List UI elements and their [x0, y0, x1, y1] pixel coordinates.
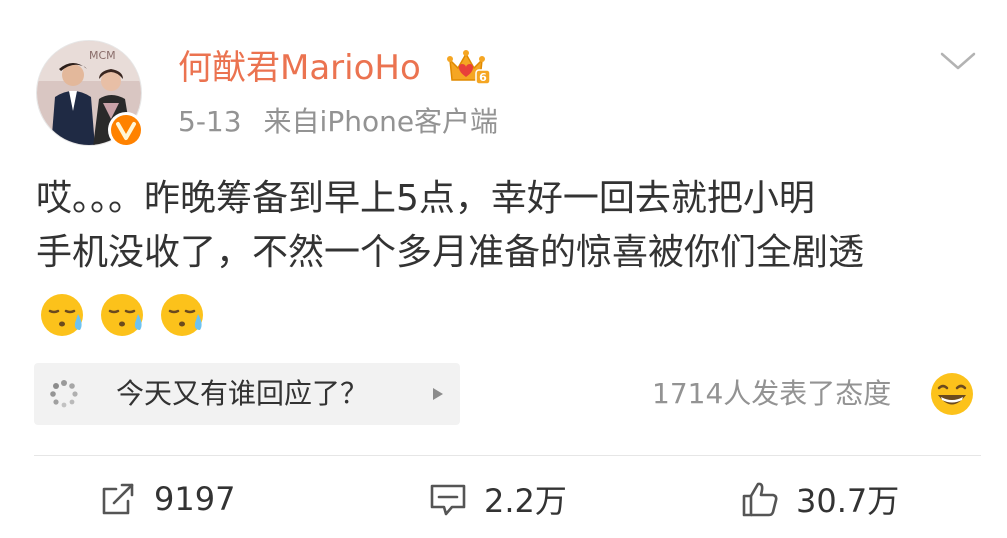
- svg-text:6: 6: [479, 71, 487, 84]
- comment-button[interactable]: 2.2万: [428, 474, 567, 524]
- topic-text: 今天又有谁回应了？: [116, 377, 369, 410]
- avatar-sign-text: MCM: [89, 49, 116, 62]
- comment-count: 2.2万: [484, 482, 567, 520]
- post-content-line: 哎。。。昨晚筹备到早上5点，幸好一回去就把小明: [36, 178, 815, 219]
- avatar[interactable]: MCM: [36, 40, 148, 152]
- post-content-line: 手机没收了，不然一个多月准备的惊喜被你们全剧透: [36, 232, 865, 273]
- reaction-count[interactable]: 1714人发表了态度: [652, 372, 891, 416]
- emoji-row: [38, 290, 208, 344]
- sweat-sleepy-emoji-icon: [161, 294, 203, 336]
- topic-card[interactable]: 今天又有谁回应了？: [34, 363, 460, 425]
- triangle-right-icon: [433, 388, 443, 400]
- verified-badge-icon: [108, 112, 144, 148]
- username[interactable]: 何猷君MarioHo: [178, 44, 421, 92]
- thumbs-up-icon: [742, 482, 778, 517]
- repost-button[interactable]: 9197: [98, 474, 235, 524]
- comment-icon: [430, 484, 466, 516]
- repost-count: 9197: [154, 480, 236, 518]
- post-content: 哎。。。昨晚筹备到早上5点，幸好一回去就把小明 手机没收了，不然一个多月准备的惊…: [36, 172, 981, 280]
- chevron-down-icon[interactable]: [938, 50, 978, 74]
- post-meta: 5-13 来自iPhone客户端: [178, 103, 498, 141]
- divider: [34, 455, 981, 456]
- like-button[interactable]: 30.7万: [740, 474, 899, 524]
- weibo-post-card: MCM 何猷君MarioHo 6 5-13 来自iPhone客户端 哎。。。昨晚…: [0, 0, 1007, 538]
- laughing-emoji-icon[interactable]: [928, 370, 976, 418]
- post-source[interactable]: 来自iPhone客户端: [264, 105, 499, 138]
- loading-spinner-icon: [50, 380, 78, 408]
- vip-crown-icon[interactable]: 6: [446, 46, 492, 88]
- repost-icon: [102, 483, 134, 515]
- sweat-sleepy-emoji-icon: [41, 294, 83, 336]
- like-count: 30.7万: [796, 482, 900, 520]
- post-date: 5-13: [178, 105, 242, 138]
- sweat-sleepy-emoji-icon: [101, 294, 143, 336]
